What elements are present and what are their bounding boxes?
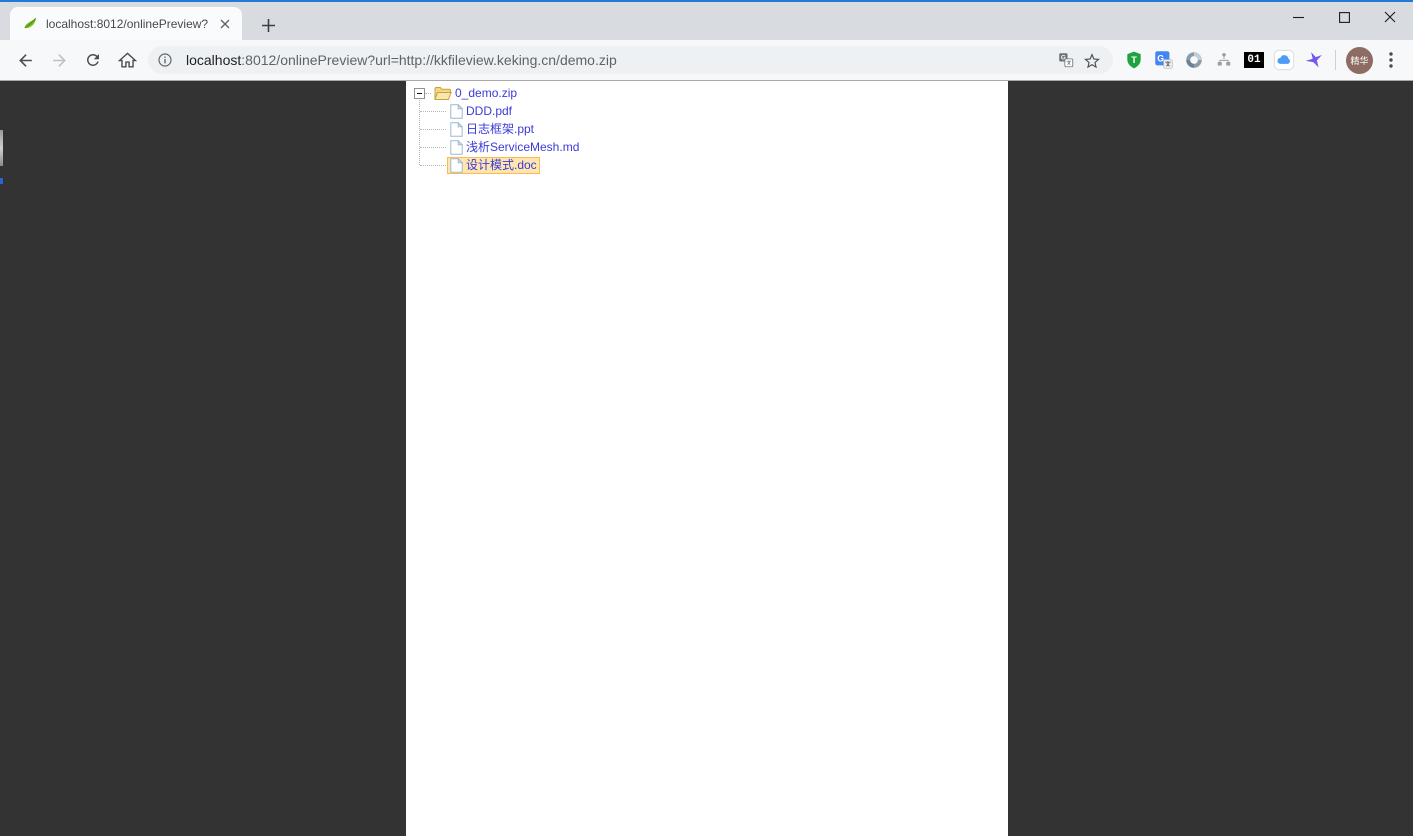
forward-icon[interactable]	[42, 43, 76, 77]
svg-text:T: T	[1131, 55, 1137, 65]
tree-connector	[420, 111, 446, 112]
tab-close-icon[interactable]	[216, 15, 234, 33]
left-edge-artifact	[0, 130, 3, 166]
page-content: 0_demo.zip DDD.pdf	[0, 81, 1413, 836]
tree-file-link-selected[interactable]: 设计模式.doc	[447, 157, 540, 174]
url-host: localhost	[186, 52, 241, 68]
tree-connector	[420, 129, 446, 130]
left-edge-blue-artifact	[0, 178, 3, 184]
new-tab-button[interactable]	[254, 11, 282, 39]
browser-tab[interactable]: localhost:8012/onlinePreview?	[10, 7, 242, 40]
tree-file-link[interactable]: DDD.pdf	[447, 103, 515, 120]
bookmark-star-icon[interactable]	[1079, 47, 1105, 73]
minimize-button[interactable]	[1275, 0, 1321, 34]
browser-menu-icon[interactable]	[1377, 43, 1405, 77]
tree-node-file: 浅析ServiceMesh.md	[447, 139, 582, 156]
bird-extension-icon[interactable]	[1299, 43, 1329, 77]
back-icon[interactable]	[8, 43, 42, 77]
sitemap-extension-icon[interactable]	[1209, 43, 1239, 77]
tab-strip: localhost:8012/onlinePreview?	[0, 2, 1413, 40]
tree-connector	[420, 165, 446, 166]
toolbar-divider	[1335, 50, 1336, 70]
file-icon	[450, 140, 463, 155]
tree-connector	[420, 147, 446, 148]
tab-title: localhost:8012/onlinePreview?	[46, 17, 216, 31]
profile-avatar[interactable]: 精华	[1346, 47, 1373, 74]
url-text[interactable]: localhost:8012/onlinePreview?url=http://…	[186, 52, 1053, 68]
translate-extension-icon[interactable]: G	[1149, 43, 1179, 77]
badge-01-label: 01	[1244, 52, 1264, 68]
window-controls	[1275, 0, 1413, 34]
shield-extension-icon[interactable]: T	[1119, 43, 1149, 77]
file-icon	[450, 122, 463, 137]
tree-file-label: DDD.pdf	[466, 104, 512, 119]
tree-node-file: 日志框架.ppt	[447, 121, 537, 138]
home-icon[interactable]	[110, 43, 144, 77]
tree-vertical-line	[419, 100, 420, 165]
tree-file-label: 浅析ServiceMesh.md	[466, 140, 579, 155]
profile-avatar-label: 精华	[1350, 54, 1368, 67]
badge-01-extension-icon[interactable]: 01	[1239, 43, 1269, 77]
tree-file-label: 设计模式.doc	[466, 158, 537, 173]
tree-file-link[interactable]: 浅析ServiceMesh.md	[447, 139, 582, 156]
file-icon	[450, 104, 463, 119]
browser-window: localhost:8012/onlinePreview?	[0, 0, 1413, 836]
tree-node-root: 0_demo.zip	[414, 85, 520, 102]
address-bar[interactable]: localhost:8012/onlinePreview?url=http://…	[148, 46, 1113, 74]
tree-root-link[interactable]: 0_demo.zip	[431, 85, 520, 102]
browser-toolbar: localhost:8012/onlinePreview?url=http://…	[0, 40, 1413, 81]
tree-node-file: DDD.pdf	[447, 103, 515, 120]
page-info-icon[interactable]	[152, 47, 178, 73]
file-tree: 0_demo.zip DDD.pdf	[406, 81, 1008, 836]
tree-node-file: 设计模式.doc	[447, 157, 540, 174]
url-path: :8012/onlinePreview?url=http://kkfilevie…	[241, 52, 616, 68]
file-icon	[450, 158, 463, 173]
tree-file-link[interactable]: 日志框架.ppt	[447, 121, 537, 138]
translate-page-icon[interactable]: G	[1053, 47, 1079, 73]
reload-icon[interactable]	[76, 43, 110, 77]
spring-leaf-favicon	[22, 16, 38, 32]
svg-text:G: G	[1157, 54, 1164, 64]
proxy-ring-extension-icon[interactable]	[1179, 43, 1209, 77]
folder-open-icon	[434, 86, 452, 101]
maximize-button[interactable]	[1321, 0, 1367, 34]
cloud-extension-icon[interactable]	[1269, 43, 1299, 77]
close-button[interactable]	[1367, 0, 1413, 34]
collapse-expander-icon[interactable]	[414, 88, 425, 99]
preview-panel: 0_demo.zip DDD.pdf	[406, 81, 1008, 836]
tree-file-label: 日志框架.ppt	[466, 122, 534, 137]
tree-root-label: 0_demo.zip	[455, 86, 517, 101]
